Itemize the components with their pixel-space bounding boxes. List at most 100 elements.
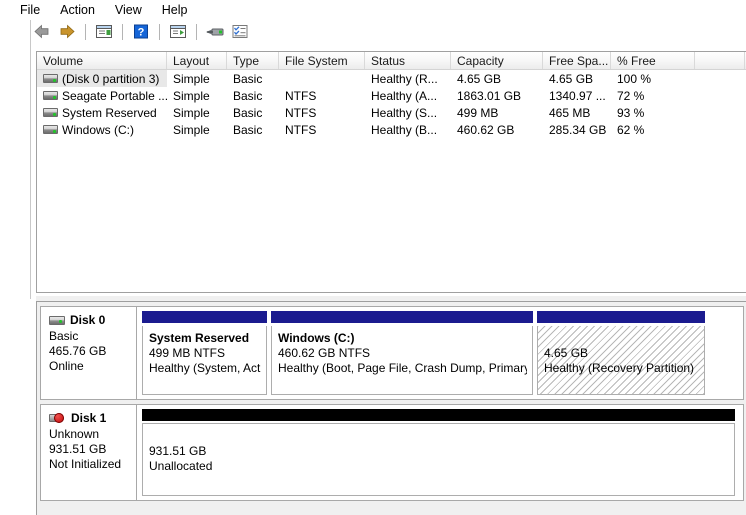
volume-list-rows: (Disk 0 partition 3) Simple Basic Healthy (… [37, 70, 746, 138]
disk-1-partitions: 931.51 GB Unallocated [137, 405, 743, 500]
partition-system-reserved-size: 499 MB NTFS [149, 346, 226, 360]
partition-windows-c-label: Windows (C:) [278, 331, 355, 345]
cell-free-space: 4.65 GB [549, 71, 594, 86]
partition-recovery-status: Healthy (Recovery Partition) [544, 361, 695, 375]
column-header-free-spa[interactable]: Free Spa... [543, 52, 611, 69]
help-icon[interactable]: ? [130, 22, 152, 42]
disk-management-window: File Action View Help ? Volume Layout Ty… [0, 0, 746, 515]
disk-1-info-line: Not Initialized [49, 457, 122, 471]
cell-file-system: NTFS [285, 122, 317, 137]
partition-recovery-label-spacer [544, 331, 699, 346]
volume-list-header: Volume Layout Type File System Status Capacit… [37, 52, 746, 70]
partition-recovery-body: 4.65 GB Healthy (Recovery Partition) [537, 326, 705, 395]
partition-recovery-size: 4.65 GB [544, 346, 589, 360]
disk-1-title: Disk 1 [49, 411, 136, 425]
cell-text: System Reserved [62, 105, 157, 120]
partition-system-reserved-status: Healthy (System, Act [149, 361, 261, 375]
toolbar: ? [0, 20, 746, 43]
cell-capacity: 1863.01 GB [457, 88, 522, 103]
disk-1-info-line: 931.51 GB [49, 442, 107, 456]
column-header-status[interactable]: Status [365, 52, 451, 69]
menu-file[interactable]: File [10, 1, 50, 19]
rescan-disks-icon[interactable] [204, 22, 226, 42]
cell-layout: Simple [173, 71, 210, 86]
partition-unallocated-label-spacer [149, 429, 729, 444]
cell-status: Healthy (A... [371, 88, 438, 103]
partition-windows-c-color-bar [271, 311, 533, 323]
show-action-pane-icon[interactable] [167, 22, 189, 42]
toolbar-separator-1 [85, 23, 86, 40]
column-header-capacity[interactable]: Capacity [451, 52, 543, 69]
partition-system-reserved[interactable]: System Reserved 499 MB NTFS Healthy (Syste… [142, 311, 267, 395]
cell-file-system: NTFS [285, 105, 317, 120]
cell-free-space: 465 MB [549, 105, 591, 120]
column-header-blank[interactable] [695, 52, 745, 69]
partition-unallocated-size: 931.51 GB [149, 444, 207, 458]
partition-unallocated-status: Unallocated [149, 459, 213, 473]
partition-unallocated-body: 931.51 GB Unallocated [142, 423, 735, 496]
cell-capacity: 4.65 GB [457, 71, 502, 86]
menu-view[interactable]: View [105, 1, 152, 19]
volume-list-pane: Volume Layout Type File System Status Capacit… [36, 51, 746, 293]
show-hide-console-tree-icon[interactable] [93, 22, 115, 42]
drive-icon [43, 125, 58, 134]
cell-percent-free: 100 % [617, 71, 652, 86]
forward-arrow-icon[interactable] [56, 22, 78, 42]
cell-file-system: NTFS [285, 88, 317, 103]
cell-volume: Windows (C:) [37, 121, 167, 138]
partition-windows-c[interactable]: Windows (C:) 460.62 GB NTFS Healthy (Boot,… [271, 311, 533, 395]
properties-icon[interactable] [229, 22, 251, 42]
column-header-file-system[interactable]: File System [279, 52, 365, 69]
cell-type: Basic [233, 122, 263, 137]
drive-icon [43, 91, 58, 100]
graphical-disk-pane: Disk 0 Basic 465.76 GB Online System Reserve… [36, 301, 746, 515]
partition-windows-c-size: 460.62 GB NTFS [278, 346, 371, 360]
disk-title-text: Disk 1 [71, 411, 107, 425]
disk-ok-icon [49, 315, 65, 325]
disk-row-disk-0[interactable]: Disk 0 Basic 465.76 GB Online System Reserve… [40, 306, 744, 400]
toolbar-separator-3 [159, 23, 160, 40]
partition-windows-c-status: Healthy (Boot, Page File, Crash Dump, Pr… [278, 361, 527, 375]
partition-recovery[interactable]: 4.65 GB Healthy (Recovery Partition) [537, 311, 705, 395]
disk-row-disk-1[interactable]: Disk 1 Unknown 931.51 GB Not Initialized 931… [40, 404, 744, 501]
cell-type: Basic [233, 105, 263, 120]
cell-type: Basic [233, 71, 263, 86]
table-row[interactable]: System Reserved Simple Basic NTFS Healthy (S… [37, 104, 746, 121]
cell-blank [695, 104, 746, 121]
disk-1-info[interactable]: Disk 1 Unknown 931.51 GB Not Initialized [41, 405, 137, 500]
back-arrow-icon[interactable] [31, 22, 53, 42]
cell-free-space: 1340.97 ... [549, 88, 606, 103]
partition-windows-c-body: Windows (C:) 460.62 GB NTFS Healthy (Boot,… [271, 326, 533, 395]
column-header-free[interactable]: % Free [611, 52, 695, 69]
disk-0-info-line: 465.76 GB [49, 344, 107, 358]
disk-0-info[interactable]: Disk 0 Basic 465.76 GB Online [41, 307, 137, 399]
cell-text: Seagate Portable ... [62, 88, 167, 103]
menu-action[interactable]: Action [50, 1, 105, 19]
disk-error-icon [49, 413, 66, 423]
column-header-type[interactable]: Type [227, 52, 279, 69]
drive-icon [43, 74, 58, 83]
table-row[interactable]: Seagate Portable ... Simple Basic NTFS Healt… [37, 87, 746, 104]
toolbar-separator-2 [122, 23, 123, 40]
partition-unallocated[interactable]: 931.51 GB Unallocated [142, 409, 735, 496]
cell-file-system [279, 70, 365, 87]
disk-0-info-line: Online [49, 359, 84, 373]
column-header-volume[interactable]: Volume [37, 52, 167, 69]
cell-status: Healthy (B... [371, 122, 438, 137]
cell-status: Healthy (S... [371, 105, 438, 120]
column-header-layout[interactable]: Layout [167, 52, 227, 69]
cell-free-space: 285.34 GB [549, 122, 607, 137]
cell-text: (Disk 0 partition 3) [62, 71, 160, 86]
console-tree-divider [30, 20, 31, 299]
cell-volume: System Reserved [37, 104, 167, 121]
cell-blank [695, 121, 746, 138]
cell-type: Basic [233, 88, 263, 103]
partition-system-reserved-body: System Reserved 499 MB NTFS Healthy (Syste… [142, 326, 267, 395]
menu-help[interactable]: Help [152, 1, 198, 19]
table-row[interactable]: (Disk 0 partition 3) Simple Basic Healthy (… [37, 70, 746, 87]
cell-blank [695, 87, 746, 104]
table-row[interactable]: Windows (C:) Simple Basic NTFS Healthy (B...… [37, 121, 746, 138]
partition-system-reserved-label: System Reserved [149, 331, 250, 345]
cell-status: Healthy (R... [371, 71, 438, 86]
cell-layout: Simple [173, 88, 210, 103]
